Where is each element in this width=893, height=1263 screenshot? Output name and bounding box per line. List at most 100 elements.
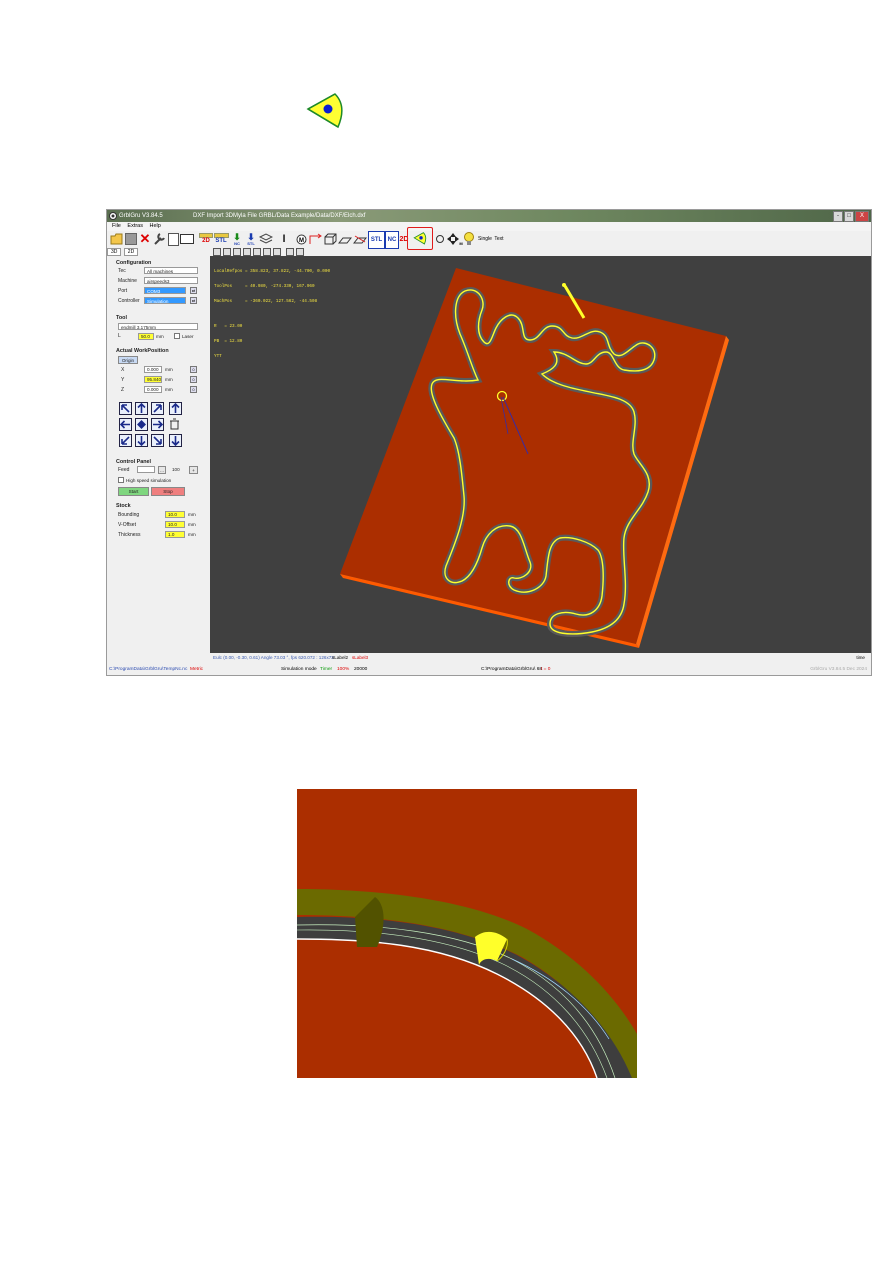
view-left-icon[interactable] xyxy=(273,248,281,256)
text-button[interactable]: Text xyxy=(493,231,505,247)
document-icon xyxy=(167,232,179,246)
thickness-label: Thickness xyxy=(118,532,141,538)
tab-3d[interactable]: 3D xyxy=(107,248,122,256)
menu-extras[interactable]: Extras xyxy=(127,223,143,229)
jog-y-minus-button[interactable] xyxy=(135,434,148,447)
slice-button[interactable] xyxy=(353,231,367,247)
surface-button[interactable] xyxy=(338,231,352,247)
view-bottom-icon[interactable] xyxy=(263,248,271,256)
path-icon xyxy=(309,233,322,244)
machine-select[interactable]: airspeeds3 xyxy=(144,277,198,284)
bounding-input[interactable]: 10.0 xyxy=(165,511,185,518)
tool-length-button[interactable]: I xyxy=(279,231,289,247)
jog-down-right-button[interactable] xyxy=(151,434,164,447)
jog-x-plus-button[interactable] xyxy=(151,418,164,431)
trash-button[interactable] xyxy=(169,418,182,431)
feed-dots-button[interactable]: ... xyxy=(158,466,166,474)
screen-button[interactable] xyxy=(180,231,194,247)
export-stl-button[interactable]: ⬇ STL xyxy=(245,231,257,247)
view-front-icon[interactable] xyxy=(223,248,231,256)
zoom-fit-icon[interactable] xyxy=(286,248,294,256)
nc-button[interactable]: NC xyxy=(385,231,399,249)
tab-2d[interactable]: 2D xyxy=(123,248,139,256)
jog-down-left-button[interactable] xyxy=(119,434,132,447)
notes-button[interactable] xyxy=(167,231,179,247)
view-side-icon[interactable] xyxy=(233,248,241,256)
feed-input[interactable] xyxy=(137,466,155,473)
t-value-label: t = 0 xyxy=(541,667,551,672)
view-top-icon[interactable] xyxy=(213,248,221,256)
svg-text:M: M xyxy=(299,238,304,244)
jog-up-right-button[interactable] xyxy=(151,402,164,415)
close-button[interactable]: X xyxy=(855,211,869,222)
laser-checkbox[interactable] xyxy=(174,333,180,339)
jog-z-minus-button[interactable] xyxy=(169,434,182,447)
origin-button[interactable]: Origin xyxy=(118,356,138,364)
x-position-field[interactable]: 0.000 xyxy=(144,366,162,373)
stop-button[interactable]: Stop xyxy=(151,487,185,496)
window-title-extra: DXF Import 3D xyxy=(193,213,234,219)
macro-button[interactable]: M xyxy=(295,231,307,247)
jog-home-button[interactable] xyxy=(135,418,148,431)
single-button[interactable]: Single xyxy=(477,231,493,247)
tec-select[interactable]: All machines xyxy=(144,267,198,274)
controller-label: Controller xyxy=(118,298,140,304)
settings-button[interactable] xyxy=(152,231,166,247)
import-stl-button[interactable]: STL xyxy=(213,231,229,247)
arrow-right-icon xyxy=(153,420,164,429)
bottom-bar: C:\ProgramData\GrblGru\TempNc.nc Metric … xyxy=(107,665,871,675)
thickness-input[interactable]: 1.0 xyxy=(165,531,185,538)
jog-z-plus-button[interactable] xyxy=(169,402,182,415)
arrow-down-icon: ⬇ xyxy=(233,231,241,242)
export-nc-button[interactable]: ⬇ NC xyxy=(231,231,243,247)
view-back-icon[interactable] xyxy=(253,248,261,256)
high-speed-checkbox[interactable] xyxy=(118,477,124,483)
controller-settings-button[interactable]: ⇄ xyxy=(190,297,197,304)
feed-plus-button[interactable]: + xyxy=(189,466,198,474)
jog-y-plus-button[interactable] xyxy=(135,402,148,415)
arrow-down-icon: ⬇ xyxy=(247,231,255,242)
view-button[interactable] xyxy=(125,231,137,247)
arrow-down-right-icon xyxy=(153,436,162,445)
minimize-button[interactable]: - xyxy=(833,211,843,222)
port-select[interactable]: COM3 xyxy=(144,287,186,294)
y-zero-button[interactable]: 0 xyxy=(190,376,197,383)
x-zero-button[interactable]: 0 xyxy=(190,366,197,373)
menu-help[interactable]: Help xyxy=(150,223,161,229)
y-label: Y xyxy=(121,377,125,383)
jog-up-left-button[interactable] xyxy=(119,402,132,415)
monitor-icon xyxy=(180,234,194,244)
menu-file[interactable]: File xyxy=(112,223,121,229)
port-connect-button[interactable]: ⇄ xyxy=(190,287,197,294)
tool-tip xyxy=(562,283,566,287)
lightbulb-icon xyxy=(464,232,474,245)
start-button[interactable]: Start xyxy=(118,487,149,496)
view-iso-icon[interactable] xyxy=(243,248,251,256)
layers-button[interactable] xyxy=(259,231,273,247)
tool-length-input[interactable]: 50.0 xyxy=(138,333,154,340)
rotate-button[interactable] xyxy=(435,231,445,247)
path-button[interactable] xyxy=(309,231,323,247)
help-button[interactable] xyxy=(463,231,475,247)
voffset-input[interactable]: 10.0 xyxy=(165,521,185,528)
open-file-button[interactable] xyxy=(110,231,124,247)
delete-button[interactable]: ✕ xyxy=(139,231,151,247)
tool-select[interactable]: endmill 3.175mm xyxy=(118,323,198,330)
simulation-button[interactable] xyxy=(407,227,433,250)
z-zero-button[interactable]: 0 xyxy=(190,386,197,393)
y-unit: mm xyxy=(165,377,173,382)
maximize-button[interactable]: □ xyxy=(844,211,854,222)
box-button[interactable] xyxy=(323,231,337,247)
z-position-field[interactable]: 0.000 xyxy=(144,386,162,393)
arrow-down-icon xyxy=(137,436,146,447)
m-circle-icon: M xyxy=(296,234,306,244)
status-camera-info: Eulc (0.00, -0.30, 0.61) Angle 73.03 °, … xyxy=(213,655,334,660)
x-label: X xyxy=(121,367,125,373)
3d-viewport[interactable]: LocalRefpos = 358.823, 37.822, -44.700, … xyxy=(210,256,871,653)
grid-icon[interactable] xyxy=(296,248,304,256)
y-position-field[interactable]: 95.840 xyxy=(144,376,162,383)
jog-x-minus-button[interactable] xyxy=(119,418,132,431)
controller-select[interactable]: Simulation xyxy=(144,297,186,304)
stl-button[interactable]: STL xyxy=(368,231,385,249)
import-2d-button[interactable]: 2D xyxy=(199,231,213,247)
